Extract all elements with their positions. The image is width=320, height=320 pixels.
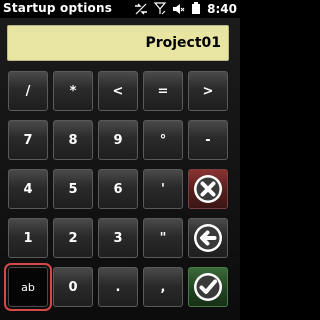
key-minus[interactable]: - (188, 120, 228, 160)
key-period[interactable]: . (98, 267, 138, 307)
key-0[interactable]: 0 (53, 267, 93, 307)
key-label: > (202, 83, 214, 99)
key-label: 5 (68, 181, 78, 197)
clock[interactable]: 8:40 (207, 2, 237, 16)
key-equals[interactable]: = (143, 71, 183, 111)
key-label: " (159, 230, 167, 246)
key-label: * (69, 83, 77, 99)
key-label: 3 (113, 230, 123, 246)
key-5[interactable]: 5 (53, 169, 93, 209)
key-label: 7 (23, 132, 33, 148)
key-apostrophe[interactable]: ' (143, 169, 183, 209)
key-label: / (25, 83, 31, 99)
backspace-button[interactable] (188, 218, 228, 258)
key-label: ° (159, 132, 167, 148)
key-label: 0 (68, 279, 78, 295)
key-6[interactable]: 6 (98, 169, 138, 209)
key-ab-mode[interactable]: ab (4, 263, 52, 311)
key-4[interactable]: 4 (8, 169, 48, 209)
key-label: < (112, 83, 124, 99)
checkmark-icon (194, 273, 222, 301)
display-value: Project01 (145, 35, 221, 51)
status-title: Startup options (3, 1, 113, 15)
key-slash[interactable]: / (8, 71, 48, 111)
status-bar: Startup options 8:40 (0, 0, 240, 18)
key-7[interactable]: 7 (8, 120, 48, 160)
key-label: . (115, 279, 121, 295)
key-label: 4 (23, 181, 33, 197)
backspace-arrow-icon (194, 224, 222, 252)
key-label: = (157, 83, 169, 99)
key-label: 9 (113, 132, 123, 148)
key-1[interactable]: 1 (8, 218, 48, 258)
key-degree[interactable]: ° (143, 120, 183, 160)
key-asterisk[interactable]: * (53, 71, 93, 111)
key-9[interactable]: 9 (98, 120, 138, 160)
connectivity-icon[interactable] (134, 0, 148, 19)
key-double-quote[interactable]: " (143, 218, 183, 258)
clear-button[interactable] (188, 169, 228, 209)
key-label: 1 (23, 230, 33, 246)
value-display: Project01 (7, 25, 229, 61)
key-label: 6 (113, 181, 123, 197)
key-label: ' (161, 181, 165, 197)
volume-icon[interactable] (172, 0, 185, 19)
key-3[interactable]: 3 (98, 218, 138, 258)
key-label: 8 (68, 132, 78, 148)
key-greater-than[interactable]: > (188, 71, 228, 111)
key-label: 2 (68, 230, 78, 246)
ok-button[interactable] (188, 267, 228, 307)
key-8[interactable]: 8 (53, 120, 93, 160)
key-label: ab (21, 280, 35, 294)
key-label: - (205, 132, 211, 148)
key-2[interactable]: 2 (53, 218, 93, 258)
battery-icon[interactable] (191, 0, 201, 19)
keypad-screen: Project01 / * < = > 7 8 9 ° - 4 5 6 ' 1 … (0, 18, 240, 320)
key-comma[interactable]: , (143, 267, 183, 307)
signal-icon[interactable] (153, 0, 167, 19)
close-icon (194, 175, 222, 203)
key-less-than[interactable]: < (98, 71, 138, 111)
key-label: , (160, 279, 166, 295)
status-icons: 8:40 (134, 1, 237, 17)
